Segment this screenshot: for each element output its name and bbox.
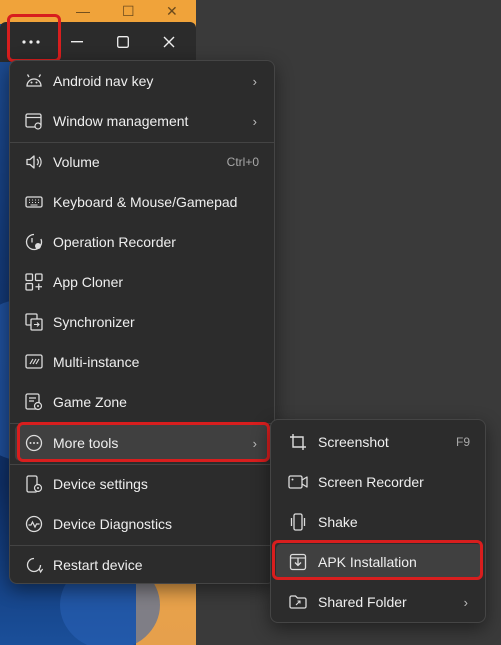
menu-item-label: Game Zone bbox=[53, 394, 127, 410]
diagnostics-icon bbox=[24, 514, 44, 534]
close-button[interactable] bbox=[146, 22, 192, 62]
submenu-item-label: Screenshot bbox=[318, 434, 389, 450]
shortcut-label: Ctrl+0 bbox=[226, 155, 259, 169]
menu-item-label: Volume bbox=[53, 154, 100, 170]
menu-item-label: Synchronizer bbox=[53, 314, 135, 330]
apk-install-icon bbox=[288, 552, 308, 572]
minimize-icon bbox=[71, 41, 83, 43]
submenu-item-label: Shared Folder bbox=[318, 594, 407, 610]
menu-item-operation-recorder[interactable]: Operation Recorder bbox=[15, 224, 271, 260]
menu-divider bbox=[10, 423, 274, 424]
keyboard-icon bbox=[24, 192, 44, 212]
menu-item-label: Multi-instance bbox=[53, 354, 140, 370]
menu-item-label: Device Diagnostics bbox=[53, 516, 173, 532]
close-icon bbox=[163, 36, 175, 48]
menu-item-label: Device settings bbox=[53, 476, 148, 492]
chevron-right-icon: › bbox=[463, 594, 468, 610]
submenu-item-shared-folder[interactable]: Shared Folder › bbox=[276, 584, 482, 620]
crop-icon bbox=[288, 432, 308, 452]
menu-item-window-management[interactable]: Window management › bbox=[15, 103, 271, 139]
menu-item-label: Restart device bbox=[53, 557, 143, 573]
menu-item-restart-device[interactable]: Restart device bbox=[15, 547, 271, 583]
menu-item-multi-instance[interactable]: Multi-instance bbox=[15, 344, 271, 380]
window-gear-icon bbox=[24, 111, 44, 131]
menu-item-label: Android nav key bbox=[53, 73, 154, 89]
chevron-right-icon: › bbox=[252, 435, 257, 451]
more-button[interactable] bbox=[8, 22, 54, 62]
app-cloner-icon bbox=[24, 272, 44, 292]
more-horizontal-icon bbox=[21, 39, 41, 45]
submenu-item-apk-installation[interactable]: APK Installation bbox=[276, 544, 482, 580]
more-circle-icon bbox=[24, 433, 44, 453]
more-tools-submenu: Screenshot F9 Screen Recorder Shake APK … bbox=[270, 419, 486, 623]
chevron-right-icon: › bbox=[252, 113, 257, 129]
game-zone-icon bbox=[24, 392, 44, 412]
main-menu: Android nav key › Window management › Vo… bbox=[9, 60, 275, 584]
menu-item-device-settings[interactable]: Device settings bbox=[15, 466, 271, 502]
device-settings-icon bbox=[24, 474, 44, 494]
shared-folder-icon bbox=[288, 592, 308, 612]
bg-close-icon: ✕ bbox=[166, 3, 178, 19]
speaker-icon bbox=[24, 152, 44, 172]
recorder-icon bbox=[24, 232, 44, 252]
chevron-right-icon: › bbox=[252, 73, 257, 89]
menu-item-more-tools[interactable]: More tools › bbox=[15, 425, 271, 461]
title-bar bbox=[0, 22, 196, 62]
menu-item-synchronizer[interactable]: Synchronizer bbox=[15, 304, 271, 340]
submenu-item-label: APK Installation bbox=[318, 554, 417, 570]
submenu-item-label: Screen Recorder bbox=[318, 474, 424, 490]
multi-instance-icon bbox=[24, 352, 44, 372]
submenu-item-screenshot[interactable]: Screenshot F9 bbox=[276, 424, 482, 460]
shake-icon bbox=[288, 512, 308, 532]
submenu-item-label: Shake bbox=[318, 514, 358, 530]
android-icon bbox=[24, 71, 44, 91]
submenu-item-screen-recorder[interactable]: Screen Recorder bbox=[276, 464, 482, 500]
synchronizer-icon bbox=[24, 312, 44, 332]
menu-divider bbox=[10, 464, 274, 465]
menu-item-volume[interactable]: Volume Ctrl+0 bbox=[15, 144, 271, 180]
bg-minimize-icon: — bbox=[76, 3, 90, 19]
maximize-icon bbox=[117, 36, 129, 48]
menu-divider bbox=[10, 142, 274, 143]
restart-icon bbox=[24, 555, 44, 575]
submenu-item-shake[interactable]: Shake bbox=[276, 504, 482, 540]
menu-item-label: More tools bbox=[53, 435, 119, 451]
bg-maximize-icon: ☐ bbox=[122, 3, 135, 19]
menu-item-label: Window management bbox=[53, 113, 189, 129]
menu-item-keyboard-mouse-gamepad[interactable]: Keyboard & Mouse/Gamepad bbox=[15, 184, 271, 220]
shortcut-label: F9 bbox=[455, 435, 470, 449]
video-camera-icon bbox=[288, 472, 308, 492]
minimize-button[interactable] bbox=[54, 22, 100, 62]
menu-divider bbox=[10, 545, 274, 546]
menu-item-game-zone[interactable]: Game Zone bbox=[15, 384, 271, 420]
menu-item-label: Keyboard & Mouse/Gamepad bbox=[53, 194, 238, 210]
maximize-button[interactable] bbox=[100, 22, 146, 62]
menu-item-app-cloner[interactable]: App Cloner bbox=[15, 264, 271, 300]
menu-item-android-nav-key[interactable]: Android nav key › bbox=[15, 63, 271, 99]
menu-item-label: Operation Recorder bbox=[53, 234, 176, 250]
menu-item-label: App Cloner bbox=[53, 274, 124, 290]
menu-item-device-diagnostics[interactable]: Device Diagnostics bbox=[15, 506, 271, 542]
